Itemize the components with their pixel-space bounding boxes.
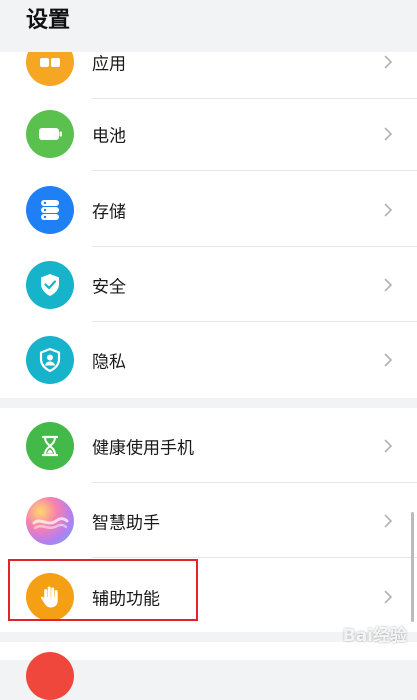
- chevron-right-icon: [384, 54, 393, 69]
- settings-item-label: 应用: [92, 54, 126, 74]
- settings-card-system: 应用 电池 存储 安全 隐私: [0, 28, 417, 398]
- settings-item-label: 健康使用手机: [92, 438, 194, 458]
- settings-item-label: 隐私: [92, 352, 126, 372]
- settings-item-storage[interactable]: 存储: [0, 172, 417, 247]
- divider: [92, 170, 417, 171]
- chevron-right-icon: [384, 202, 393, 217]
- settings-item-label: 智慧助手: [92, 513, 160, 533]
- divider: [92, 557, 417, 558]
- scrollbar[interactable]: [411, 512, 414, 622]
- partial-item-icon: [26, 652, 74, 700]
- highlight-box: [8, 559, 198, 621]
- assistant-icon: [26, 496, 74, 545]
- privacy-icon: [26, 335, 74, 384]
- settings-item-battery[interactable]: 电池: [0, 96, 417, 171]
- chevron-right-icon: [384, 589, 393, 604]
- watermark: Bai经验: [342, 626, 407, 646]
- settings-item-label: 存储: [92, 202, 126, 222]
- settings-item-digital-balance[interactable]: 健康使用手机: [0, 408, 417, 483]
- storage-icon: [26, 185, 74, 234]
- settings-item-privacy[interactable]: 隐私: [0, 322, 417, 397]
- chevron-right-icon: [384, 277, 393, 292]
- settings-item-smart-assistant[interactable]: 智慧助手: [0, 483, 417, 558]
- chevron-right-icon: [384, 438, 393, 453]
- settings-item-label: 电池: [92, 126, 126, 146]
- settings-item-security[interactable]: 安全: [0, 247, 417, 322]
- settings-item-label: 安全: [92, 277, 126, 297]
- chevron-right-icon: [384, 352, 393, 367]
- chevron-right-icon: [384, 513, 393, 528]
- hourglass-icon: [26, 421, 74, 470]
- chevron-right-icon: [384, 126, 393, 141]
- battery-icon: [26, 109, 74, 158]
- shield-check-icon: [26, 260, 74, 309]
- page-header: 设置: [0, 0, 417, 52]
- page-title: 设置: [26, 8, 71, 33]
